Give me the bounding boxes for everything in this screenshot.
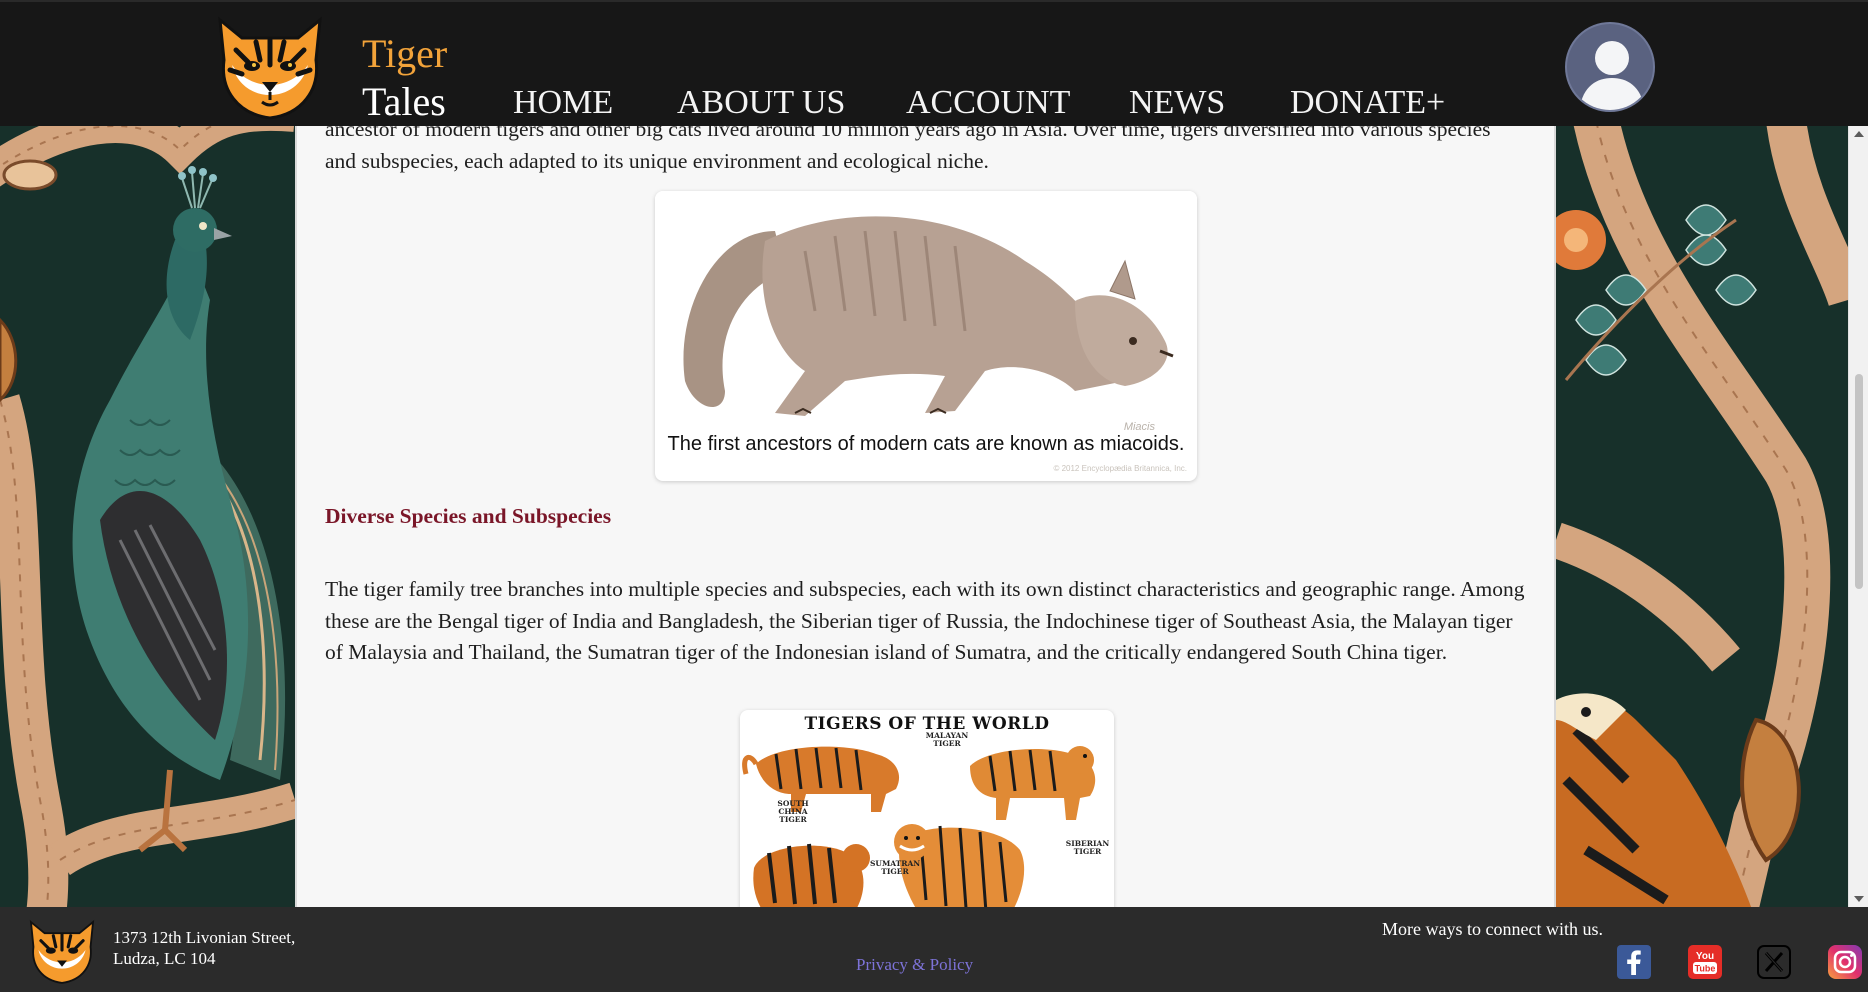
user-silhouette-icon (1579, 41, 1645, 110)
x-twitter-icon[interactable] (1757, 945, 1791, 979)
site-footer: 1373 12th Livonian Street, Ludza, LC 104… (0, 907, 1868, 992)
connect-heading: More ways to connect with us. (1382, 919, 1603, 939)
section-heading-species: Diverse Species and Subspecies (325, 504, 612, 528)
article-content: ancestor of modern tigers and other big … (295, 126, 1556, 907)
jungle-tiger-illustration (1556, 0, 1848, 992)
tigers-of-the-world-figure: TIGERS OF THE WORLD MALAYAN TIGER SOUTH … (740, 710, 1114, 907)
left-decorative-panel (0, 0, 295, 992)
instagram-icon[interactable] (1828, 945, 1862, 979)
scroll-up-arrow-icon[interactable] (1854, 131, 1864, 137)
miacis-figure: Miacis The first ancestors of modern cat… (655, 191, 1197, 481)
page-scrollbar[interactable] (1848, 126, 1868, 907)
footer-address: 1373 12th Livonian Street, Ludza, LC 104 (113, 928, 296, 968)
nav-donate[interactable]: DONATE+ (1290, 84, 1445, 122)
miacis-caption: The first ancestors of modern cats are k… (667, 433, 1185, 455)
user-avatar[interactable] (1565, 22, 1655, 112)
youtube-icon[interactable]: You Tube (1688, 945, 1722, 979)
brand-name-top: Tiger (362, 31, 448, 76)
nav-home[interactable]: HOME (513, 84, 613, 122)
svg-text:Tube: Tube (1695, 964, 1716, 974)
label-sumatran: SUMATRAN TIGER (870, 859, 921, 876)
facebook-icon[interactable] (1617, 945, 1651, 979)
footer-tiger-logo (29, 919, 95, 984)
nav-about-us[interactable]: ABOUT US (677, 84, 845, 122)
privacy-policy-link[interactable]: Privacy & Policy (856, 955, 973, 975)
label-south-china: SOUTH CHINA TIGER (777, 799, 809, 824)
miacis-illustration (655, 191, 1197, 431)
label-malayan: MALAYAN TIGER (925, 731, 969, 748)
peacock-illustration (0, 0, 295, 992)
species-paragraph: The tiger family tree branches into mult… (325, 577, 1525, 664)
right-decorative-panel (1556, 0, 1848, 992)
scroll-thumb[interactable] (1855, 374, 1863, 589)
miacis-label: Miacis (1123, 421, 1155, 433)
miacis-copyright: © 2012 Encyclopædia Britannica, Inc. (1053, 464, 1187, 473)
site-header: Tiger Tales HOME ABOUT US ACCOUNT NEWS D… (0, 0, 1868, 126)
intro-paragraph: ancestor of modern tigers and other big … (325, 126, 1491, 173)
label-siberian: SIBERIAN TIGER (1065, 839, 1110, 856)
nav-account[interactable]: ACCOUNT (906, 84, 1070, 122)
svg-text:You: You (1696, 951, 1714, 962)
nav-news[interactable]: NEWS (1129, 84, 1225, 122)
scroll-down-arrow-icon[interactable] (1854, 896, 1864, 902)
